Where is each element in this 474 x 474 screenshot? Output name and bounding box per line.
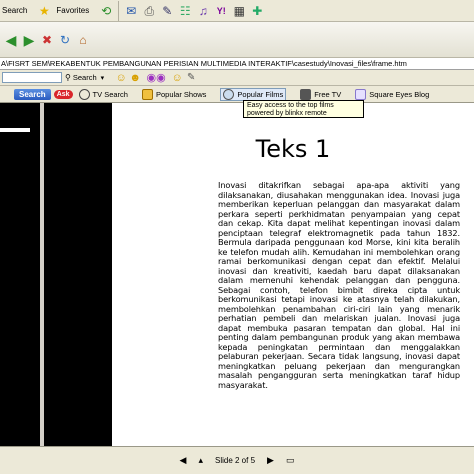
research-icon[interactable]: ▦ (230, 2, 248, 20)
star-icon: ★ (38, 3, 50, 18)
home-icon[interactable]: ⌂ (74, 31, 92, 49)
search-button[interactable]: Search (2, 6, 27, 15)
square-eyes-icon (355, 88, 367, 100)
tv-search-label: TV Search (92, 89, 128, 99)
toolbar-separator (118, 0, 120, 21)
history-icon[interactable]: ⟲ (97, 2, 115, 20)
search-input[interactable] (2, 72, 62, 83)
eyes-icon[interactable]: ◉◉ (142, 71, 170, 85)
mail-icon[interactable]: ✉ (122, 2, 140, 20)
address-value: A\FISRT SEM\REKABENTUK PEMBANGUNAN PERIS… (1, 59, 407, 68)
refresh-icon[interactable]: ↻ (56, 31, 74, 49)
globe-icon (223, 88, 235, 100)
back-icon[interactable]: ◀ (2, 31, 20, 49)
emoticon-icon[interactable]: ☺ (170, 71, 184, 85)
popular-shows-icon (141, 88, 153, 100)
print-icon[interactable]: ⎙ (140, 2, 158, 20)
free-tv-label: Free TV (314, 89, 342, 99)
search-button-label: Search (2, 6, 28, 15)
popular-shows-link[interactable]: Popular Shows (141, 88, 207, 100)
outline-toggle-icon[interactable]: ▴ (198, 455, 203, 466)
slide-counter: Slide 2 of 5 (214, 456, 256, 465)
plugin-icon[interactable]: ✚ (248, 2, 266, 20)
free-tv-link[interactable]: Free TV (300, 88, 342, 100)
search-icon[interactable]: ⚲ (65, 73, 71, 82)
search-toolbar: ⚲ Search ▾ ☺ ☻ ◉◉ ☺ ✎ (0, 70, 474, 86)
address-toolbar: ◀ ▶ ✖ ↻ ⌂ (0, 22, 474, 58)
yahoo-icon[interactable]: Y! (212, 2, 230, 20)
smiley-icon[interactable]: ☺ (114, 71, 128, 85)
favorites-button[interactable]: ★ Favorites (35, 2, 89, 20)
next-slide-icon[interactable]: ▶ (267, 455, 274, 466)
address-field[interactable]: A\FISRT SEM\REKABENTUK PEMBANGUNAN PERIS… (0, 58, 474, 70)
chevron-down-icon[interactable]: ▾ (101, 74, 105, 82)
messenger-icon[interactable]: ♫ (194, 2, 212, 20)
popular-films-label: Popular Films (237, 89, 284, 99)
popular-films-tooltip: Easy access to the top films powered by … (243, 100, 364, 118)
links-toolbar: Search Ask TV Search Popular Shows Popul… (0, 86, 474, 103)
searchbar-search-label[interactable]: Search (73, 73, 97, 82)
square-eyes-blog-link[interactable]: Square Eyes Blog (355, 88, 430, 100)
edit-icon[interactable]: ✎ (158, 2, 176, 20)
outline-pane[interactable] (0, 103, 40, 446)
previous-slide-icon[interactable]: ◀ (180, 455, 187, 466)
standard-toolbar: Search ★ Favorites ⟲ ✉ ⎙ ✎ ☷ ♫ Y! ▦ ✚ (0, 0, 474, 22)
smiley-icon[interactable]: ☻ (128, 71, 142, 85)
discuss-icon[interactable]: ☷ (176, 2, 194, 20)
notes-pane (44, 103, 112, 446)
slide-title: Teks 1 (255, 135, 331, 163)
square-eyes-blog-label: Square Eyes Blog (369, 89, 430, 99)
favorites-button-label: Favorites (56, 6, 90, 15)
popular-films-link[interactable]: Popular Films (220, 87, 287, 101)
slide-navigation-bar: ◀ ▴ Slide 2 of 5 ▶ ▭ (0, 446, 474, 474)
slide-body-text: Inovasi ditakrifkan sebagai apa-apa akti… (218, 180, 460, 390)
ask-logo: Ask (53, 89, 73, 99)
forward-icon[interactable]: ▶ (20, 31, 38, 49)
fullscreen-icon[interactable]: ▭ (286, 455, 295, 466)
free-tv-icon (300, 88, 312, 100)
tooltip-text: Easy access to the top films powered by … (247, 102, 334, 117)
popular-shows-label: Popular Shows (155, 89, 207, 99)
magnifier-tv-icon (78, 88, 90, 100)
tv-search-link[interactable]: TV Search (78, 88, 128, 100)
pencil-icon[interactable]: ✎ (184, 71, 198, 85)
tv-search-button[interactable]: Search (14, 88, 51, 100)
slide-canvas: Teks 1 Inovasi ditakrifkan sebagai apa-a… (112, 103, 474, 446)
outline-selection-marker (0, 128, 30, 132)
stop-icon[interactable]: ✖ (38, 31, 56, 49)
